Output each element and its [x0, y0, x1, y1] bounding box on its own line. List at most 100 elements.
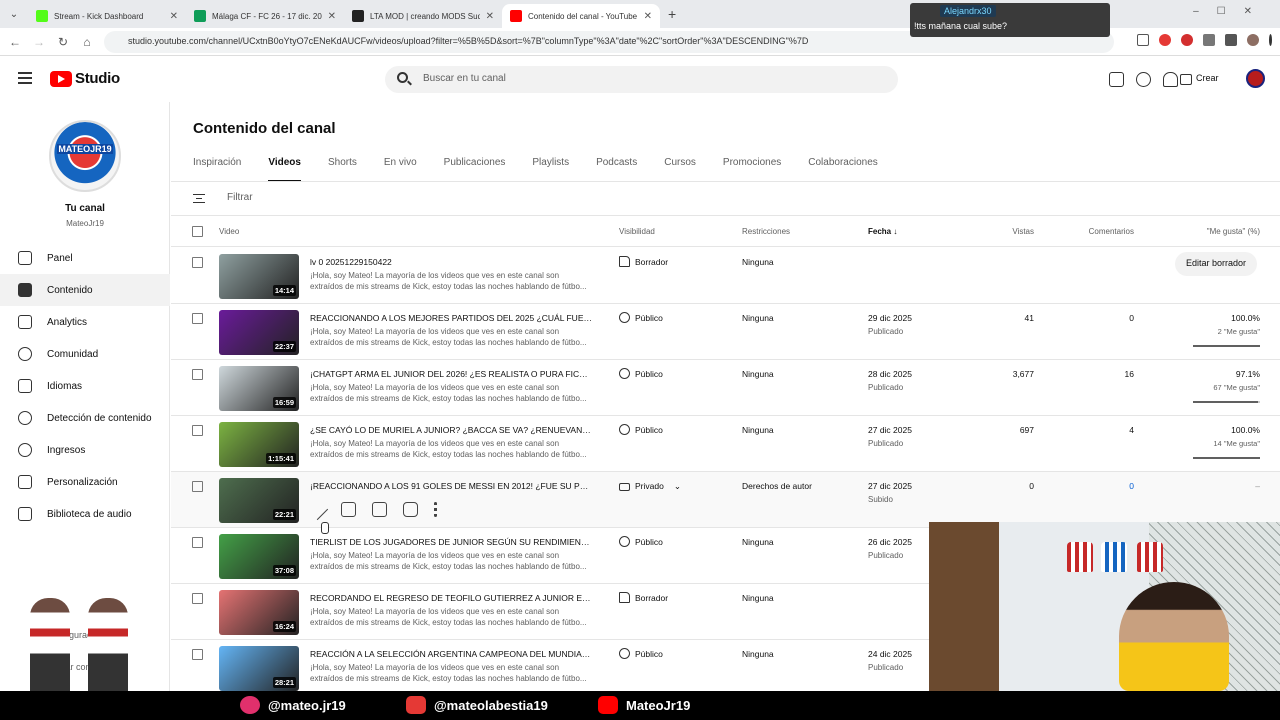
analytics-icon[interactable] [341, 502, 356, 517]
close-tab-icon[interactable]: ✕ [170, 11, 178, 22]
sidebar-item-biblioteca[interactable]: Biblioteca de audio [0, 498, 170, 530]
opera-icon[interactable] [1181, 34, 1193, 46]
tab-search-icon[interactable]: ⌄ [0, 9, 28, 20]
browser-tab[interactable]: Stream - Kick Dashboard ✕ [28, 4, 186, 28]
more-options-icon[interactable] [434, 502, 437, 517]
video-thumbnail[interactable]: 1:15:41 [219, 422, 299, 467]
sidebar-item-analytics[interactable]: Analytics [0, 306, 170, 338]
create-button[interactable]: Crear [1174, 68, 1227, 90]
sidebar-item-deteccion[interactable]: Detección de contenido [0, 402, 170, 434]
col-date[interactable]: Fecha ↓ [868, 227, 897, 236]
sidebar-item-idiomas[interactable]: Idiomas [0, 370, 170, 402]
video-thumbnail[interactable]: 16:59 [219, 366, 299, 411]
tab-podcasts[interactable]: Podcasts [596, 157, 637, 182]
visibility-label: Público [635, 649, 663, 659]
jersey-image [1101, 542, 1127, 572]
media-icon[interactable] [1225, 34, 1237, 46]
video-title[interactable]: REACCIÓN A LA SELECCIÓN ARGENTINA CAMPEO… [310, 649, 592, 659]
video-title[interactable]: ¡CHATGPT ARMA EL JUNIOR DEL 2026! ¿ES RE… [310, 369, 592, 379]
comments-icon[interactable] [372, 502, 387, 517]
window-controls[interactable]: –☐✕ [1193, 6, 1270, 17]
table-row[interactable]: 1:15:41 ¿SE CAYÓ LO DE MURIEL A JUNIOR? ¿… [171, 416, 1280, 472]
channel-avatar[interactable]: MATEOJR19 [49, 120, 121, 192]
back-icon[interactable]: ← [3, 35, 27, 49]
tab-shorts[interactable]: Shorts [328, 157, 357, 182]
table-row[interactable]: 14:14 lv 0 20251229150422 ¡Hola, soy Mateo… [171, 248, 1280, 304]
visibility-cell[interactable]: Público [619, 312, 663, 323]
sidebar-item-panel[interactable]: Panel [0, 242, 170, 274]
row-checkbox[interactable] [192, 481, 203, 492]
tab-publicaciones[interactable]: Publicaciones [444, 157, 506, 182]
visibility-cell[interactable]: Público [619, 536, 663, 547]
video-thumbnail[interactable]: 37:08 [219, 534, 299, 579]
select-all-checkbox[interactable] [192, 226, 203, 237]
close-tab-icon[interactable]: ✕ [486, 11, 494, 22]
row-checkbox[interactable] [192, 369, 203, 380]
sidebar-item-ingresos[interactable]: Ingresos [0, 434, 170, 466]
browser-tab[interactable]: LTA MOD | creando MODS Sud ✕ [344, 4, 502, 28]
visibility-cell[interactable]: Público [619, 424, 663, 435]
new-tab-icon[interactable]: + [668, 6, 676, 22]
video-title[interactable]: ¡REACCIONANDO A LOS 91 GOLES DE MESSI EN… [310, 481, 592, 491]
home-icon[interactable]: ⌂ [75, 35, 99, 49]
browser-tab-active[interactable]: Contenido del canal - YouTube ✕ [502, 4, 660, 28]
video-title[interactable]: lv 0 20251229150422 [310, 257, 592, 267]
tab-videos[interactable]: Videos [268, 157, 301, 182]
tab-promociones[interactable]: Promociones [723, 157, 781, 182]
help-icon[interactable] [1136, 72, 1151, 87]
sidebar-item-contenido[interactable]: Contenido [0, 274, 170, 306]
row-checkbox[interactable] [192, 593, 203, 604]
edit-details-icon[interactable] [306, 498, 329, 521]
reload-icon[interactable]: ↻ [51, 35, 75, 49]
row-checkbox[interactable] [192, 425, 203, 436]
puzzle-icon[interactable] [1203, 34, 1215, 46]
visibility-cell[interactable]: Público [619, 648, 663, 659]
row-checkbox[interactable] [192, 537, 203, 548]
visibility-cell[interactable]: Borrador [619, 592, 668, 603]
account-avatar[interactable] [1246, 69, 1265, 88]
video-thumbnail[interactable]: 22:37 [219, 310, 299, 355]
studio-logo[interactable]: Studio [50, 70, 120, 87]
visibility-cell[interactable]: Público [619, 368, 663, 379]
search-input[interactable]: Buscar en tu canal [385, 66, 898, 93]
tab-playlists[interactable]: Playlists [532, 157, 569, 182]
video-thumbnail[interactable]: 14:14 [219, 254, 299, 299]
row-checkbox[interactable] [192, 313, 203, 324]
row-checkbox[interactable] [192, 649, 203, 660]
tab-colaboraciones[interactable]: Colaboraciones [808, 157, 878, 182]
table-row[interactable]: 22:21 ¡REACCIONANDO A LOS 91 GOLES DE MES… [171, 472, 1280, 534]
sidebar-item-comunidad[interactable]: Comunidad [0, 338, 170, 370]
browser-tab[interactable]: Málaga CF - FC 26 - 17 dic. 202 ✕ [186, 4, 344, 28]
feedback-icon[interactable] [1109, 72, 1124, 87]
tab-inspiracion[interactable]: Inspiración [193, 157, 241, 182]
close-tab-icon[interactable]: ✕ [644, 11, 652, 22]
view-on-youtube-icon[interactable] [403, 502, 418, 517]
close-tab-icon[interactable]: ✕ [328, 11, 336, 22]
sidebar-item-personalizacion[interactable]: Personalización [0, 466, 170, 498]
extension-icon[interactable] [1159, 34, 1171, 46]
tab-en-vivo[interactable]: En vivo [384, 157, 417, 182]
video-title[interactable]: REACCIONANDO A LOS MEJORES PARTIDOS DEL … [310, 313, 592, 323]
filter-bar[interactable]: Filtrar [171, 182, 1280, 216]
video-title[interactable]: ¿SE CAYÓ LO DE MURIEL A JUNIOR? ¿BACCA S… [310, 425, 592, 435]
video-title[interactable]: RECORDANDO EL REGRESO DE TEOFILO GUTIERR… [310, 593, 592, 603]
edit-draft-button[interactable]: Editar borrador [1175, 252, 1258, 276]
forward-icon[interactable]: → [27, 35, 51, 49]
row-checkbox[interactable] [192, 257, 203, 268]
filter-icon[interactable] [193, 194, 205, 203]
hamburger-menu-icon[interactable] [18, 72, 32, 84]
table-row[interactable]: 22:37 REACCIONANDO A LOS MEJORES PARTIDOS… [171, 304, 1280, 360]
visibility-cell[interactable]: Privado ⌄ [619, 481, 681, 492]
video-thumbnail[interactable]: 16:24 [219, 590, 299, 635]
video-thumbnail[interactable]: 22:21 [219, 478, 299, 523]
tab-cursos[interactable]: Cursos [664, 157, 696, 182]
video-title[interactable]: TIERLIST DE LOS JUGADORES DE JUNIOR SEGÚ… [310, 537, 592, 547]
profile-icon[interactable] [1247, 34, 1259, 46]
table-row[interactable]: 16:59 ¡CHATGPT ARMA EL JUNIOR DEL 2026! ¿… [171, 360, 1280, 416]
video-thumbnail[interactable]: 28:21 [219, 646, 299, 691]
bookmark-star-icon[interactable] [1137, 34, 1149, 46]
menu-dots-icon[interactable] [1269, 34, 1272, 46]
chevron-down-icon[interactable]: ⌄ [674, 481, 681, 491]
filter-input[interactable]: Filtrar [227, 192, 253, 203]
visibility-cell[interactable]: Borrador [619, 256, 668, 267]
